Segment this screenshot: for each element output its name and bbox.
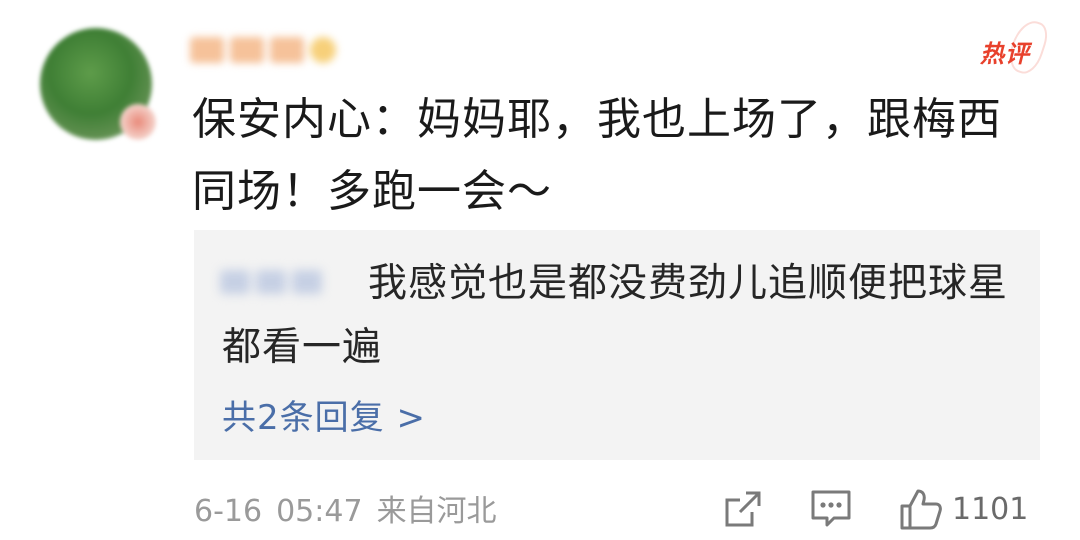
share-icon[interactable]	[720, 486, 766, 532]
view-replies-link[interactable]: 共2条回复 >	[222, 390, 426, 439]
reply-text: 我感觉也是都没费劲儿追顺便把球星都看一遍	[222, 261, 1009, 370]
like-count: 1101	[952, 491, 1029, 527]
comment-text: 保安内心：妈妈耶，我也上场了，跟梅西同场！多跑一会～	[192, 94, 1002, 217]
reply-box[interactable]: 我感觉也是都没费劲儿追顺便把球星都看一遍 共2条回复 >	[194, 230, 1040, 460]
comment-icon[interactable]	[808, 486, 854, 532]
avatar-badge-icon	[120, 104, 156, 140]
hot-comment-badge: 热评	[980, 34, 1030, 69]
comment-time: 05:47	[276, 494, 363, 529]
comment-meta: 6-16 05:47 来自河北	[194, 486, 497, 530]
comment-source: 来自河北	[376, 494, 497, 529]
comment-date: 6-16	[194, 494, 263, 529]
username-blurred[interactable]	[190, 30, 360, 70]
comment-actions: 1101	[720, 484, 1028, 534]
thumbs-up-icon	[898, 486, 944, 532]
like-button[interactable]: 1101	[898, 486, 1028, 532]
